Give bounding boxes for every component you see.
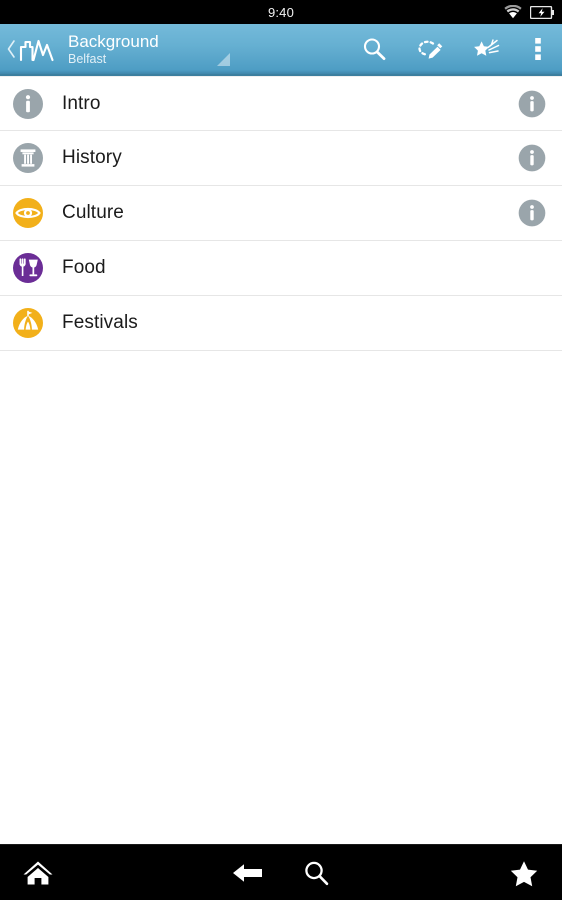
- highlights-button[interactable]: [458, 23, 514, 75]
- app-bar-title-block[interactable]: Background Belfast: [68, 31, 230, 67]
- nav-search-button[interactable]: [290, 845, 342, 900]
- bottom-navigation-bar: [0, 844, 562, 900]
- edit-route-icon: [415, 35, 445, 63]
- nav-favorites-button[interactable]: [500, 845, 548, 900]
- home-icon: [21, 857, 55, 889]
- phone-screen: 9:40 Background Belfast Intro History Cu…: [0, 0, 562, 900]
- list-item[interactable]: Culture: [0, 186, 562, 241]
- back-chevron-icon: [4, 39, 18, 59]
- back-arrow-icon: [231, 859, 265, 887]
- app-bar: Background Belfast: [0, 24, 562, 76]
- info-badge[interactable]: [516, 88, 548, 120]
- wifi-icon: [504, 5, 522, 19]
- star-sparkle-icon: [470, 35, 502, 63]
- list-item[interactable]: Intro: [0, 76, 562, 131]
- page-title: Background: [68, 31, 159, 51]
- list-item-label: Festivals: [62, 312, 138, 333]
- search-button[interactable]: [346, 23, 402, 75]
- list-item[interactable]: History: [0, 131, 562, 186]
- list-item-label: History: [62, 147, 122, 168]
- nav-back-button[interactable]: [222, 845, 274, 900]
- status-indicators: [504, 0, 554, 24]
- info-badge[interactable]: [516, 142, 548, 174]
- info-circle-icon: [10, 86, 46, 122]
- page-subtitle: Belfast: [68, 51, 107, 66]
- list-item[interactable]: Festivals: [0, 296, 562, 351]
- list-item-label: Culture: [62, 202, 124, 223]
- list-item-label: Intro: [62, 92, 101, 114]
- info-badge[interactable]: [516, 197, 548, 229]
- pillar-icon: [10, 140, 46, 176]
- overflow-menu-button[interactable]: [514, 23, 562, 75]
- eye-icon: [10, 195, 46, 231]
- battery-charging-icon: [530, 5, 554, 19]
- status-bar: 9:40: [0, 0, 562, 24]
- dropdown-caret-icon[interactable]: [217, 52, 230, 66]
- search-icon: [360, 35, 388, 63]
- app-bar-home-button[interactable]: [0, 30, 56, 68]
- star-icon: [508, 858, 540, 888]
- nav-home-button[interactable]: [14, 845, 62, 900]
- search-icon: [301, 858, 331, 888]
- edit-route-button[interactable]: [402, 23, 458, 75]
- app-bar-actions: [346, 23, 562, 75]
- background-category-list: Intro History Culture Food Festivals: [0, 76, 562, 844]
- skyline-logo-icon: [18, 30, 56, 68]
- festival-tent-icon: [10, 305, 46, 341]
- fork-wineglass-icon: [10, 250, 46, 286]
- list-item[interactable]: Food: [0, 241, 562, 296]
- status-clock: 9:40: [267, 4, 295, 20]
- overflow-menu-icon: [534, 35, 542, 63]
- list-item-label: Food: [62, 257, 106, 278]
